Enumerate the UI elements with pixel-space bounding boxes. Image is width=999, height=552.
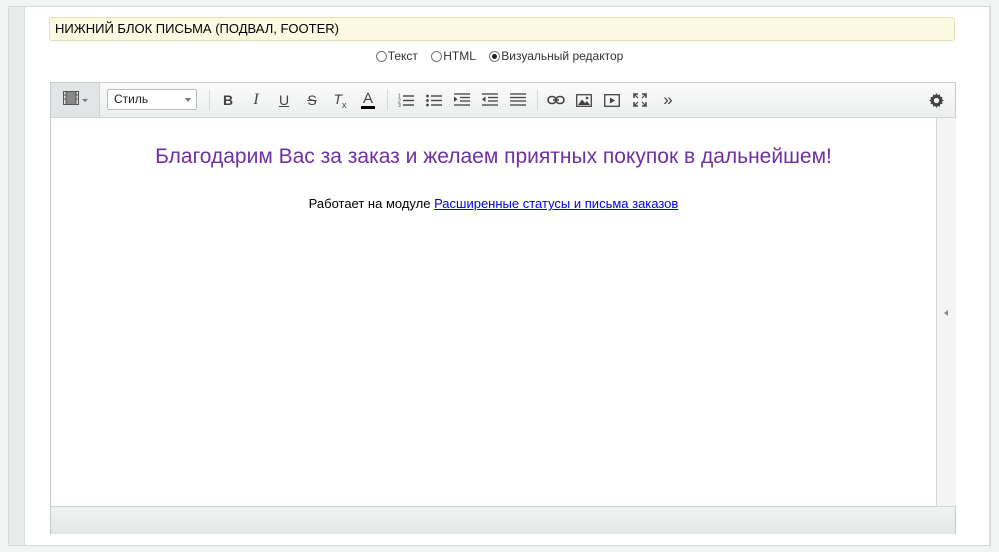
strikethrough-icon: S [307, 92, 317, 108]
fullscreen-button[interactable] [629, 89, 651, 111]
more-icon: » [663, 90, 673, 109]
toolbar-divider [387, 90, 388, 110]
style-select-value: Стиль [114, 92, 149, 106]
mode-visual-radio[interactable] [489, 50, 501, 62]
outdent-icon [482, 93, 498, 107]
settings-gear-icon [928, 92, 944, 108]
toolbar-divider [209, 90, 210, 110]
chevron-down-icon [185, 98, 191, 102]
mode-visual-option[interactable]: Визуальный редактор [489, 49, 623, 63]
font-color-swatch [361, 105, 375, 109]
video-icon [604, 93, 620, 107]
settings-button[interactable] [925, 89, 947, 111]
remove-format-button[interactable]: Tx [329, 89, 351, 111]
view-mode-icon [62, 90, 79, 110]
style-select[interactable]: Стиль [107, 89, 197, 110]
align-justify-button[interactable] [507, 89, 529, 111]
video-button[interactable] [601, 89, 623, 111]
underline-icon: U [278, 92, 290, 108]
mode-text-radio[interactable] [375, 50, 387, 62]
editor-mode-switch: Текст HTML Визуальный редактор [0, 49, 999, 65]
italic-button[interactable]: I [245, 89, 267, 111]
chevron-down-icon [81, 98, 88, 102]
unordered-list-icon [426, 93, 442, 107]
editor-toolbar: Стиль B I U S Tx A 123 » [51, 83, 955, 118]
font-color-button[interactable]: A [357, 89, 379, 111]
link-icon [547, 95, 565, 105]
side-panel-toggle[interactable] [936, 118, 956, 506]
indent-button[interactable] [451, 89, 473, 111]
mode-visual-label: Визуальный редактор [501, 49, 624, 63]
italic-icon: I [253, 91, 259, 108]
chevron-left-icon [944, 310, 948, 316]
strikethrough-button[interactable]: S [301, 89, 323, 111]
mode-text-option[interactable]: Текст [375, 49, 418, 63]
thanks-heading: Благодарим Вас за заказ и желаем приятны… [155, 145, 832, 168]
bold-icon: B [222, 92, 234, 108]
mode-html-option[interactable]: HTML [431, 49, 476, 63]
more-button[interactable]: » [657, 89, 679, 111]
link-button[interactable] [545, 89, 567, 111]
indent-icon [454, 93, 470, 107]
editor-content-area[interactable]: Благодарим Вас за заказ и желаем приятны… [51, 118, 936, 506]
ordered-list-icon: 123 [398, 93, 414, 107]
editor-status-bar [51, 506, 955, 534]
footer-section-title: НИЖНИЙ БЛОК ПИСЬМА (ПОДВАЛ, FOOTER) [49, 17, 955, 41]
powered-by-line: Работает на модуле Расширенные статусы и… [51, 196, 936, 211]
outdent-button[interactable] [479, 89, 501, 111]
ordered-list-button[interactable]: 123 [395, 89, 417, 111]
unordered-list-button[interactable] [423, 89, 445, 111]
bold-button[interactable]: B [217, 89, 239, 111]
visual-editor: Стиль B I U S Tx A 123 » Благодарим Вас … [50, 82, 956, 534]
toolbar-divider [537, 90, 538, 110]
powered-by-prefix: Работает на модуле [308, 196, 435, 211]
underline-button[interactable]: U [273, 89, 295, 111]
mode-html-label: HTML [443, 49, 476, 63]
image-icon [576, 93, 592, 107]
image-button[interactable] [573, 89, 595, 111]
module-link[interactable]: Расширенные статусы и письма заказов [434, 196, 678, 211]
view-mode-button[interactable] [51, 83, 100, 117]
remove-format-icon: Tx [333, 90, 347, 110]
svg-text:3: 3 [398, 103, 401, 107]
font-color-icon: A [362, 89, 373, 107]
fullscreen-icon [633, 93, 647, 107]
mode-html-radio[interactable] [431, 50, 443, 62]
align-justify-icon [510, 93, 526, 107]
mode-text-label: Текст [387, 49, 418, 63]
